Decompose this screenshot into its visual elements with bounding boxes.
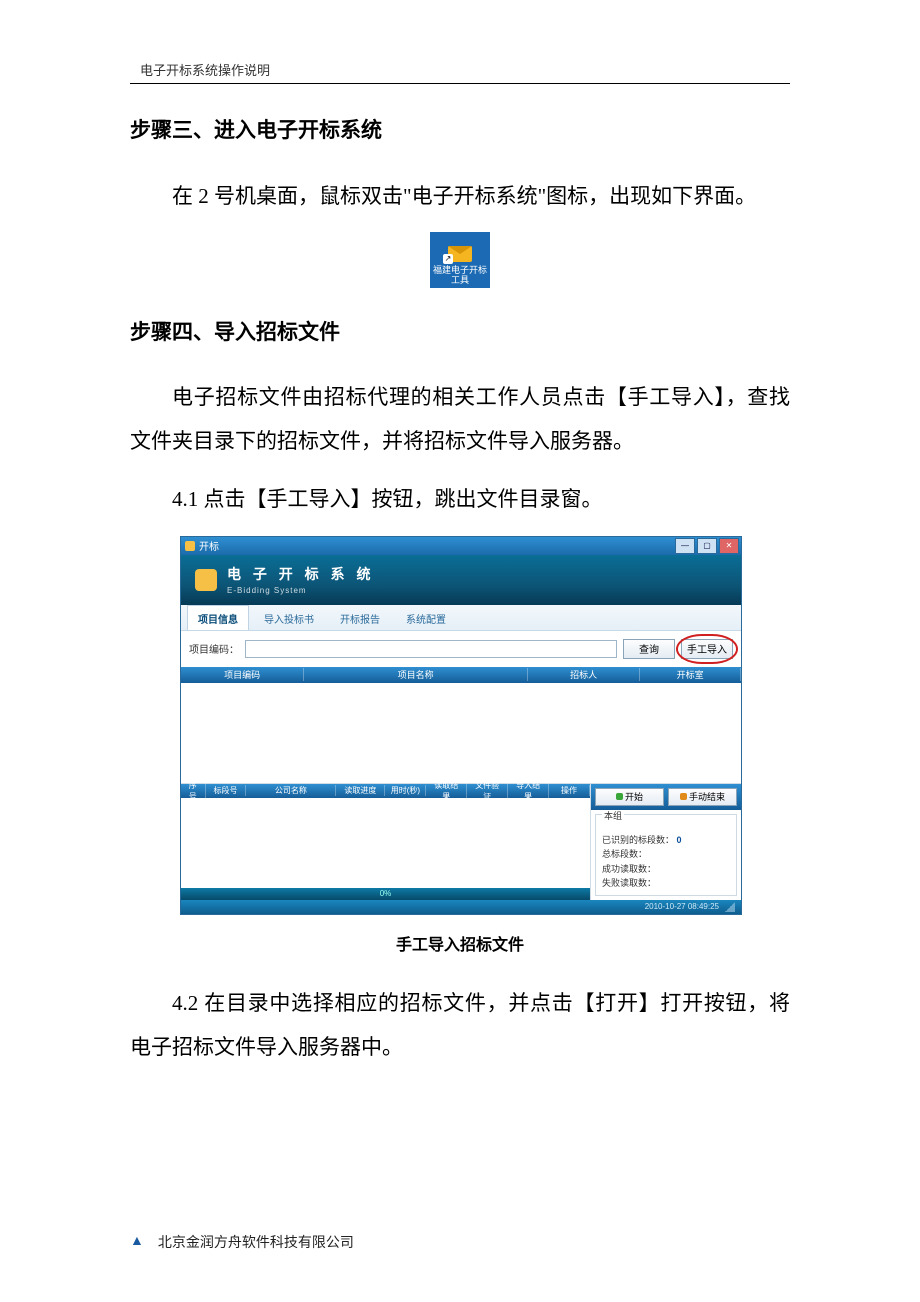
window-titlebar[interactable]: 开标 — ▢ ✕ (181, 537, 741, 555)
tab-bar: 项目信息 导入投标书 开标报告 系统配置 (181, 605, 741, 631)
app-banner: 电 子 开 标 系 统 E-Bidding System (181, 555, 741, 605)
company-name: 北京金润方舟软件科技有限公司 (158, 1232, 354, 1252)
start-button[interactable]: 开始 (595, 788, 664, 806)
app-logo-icon (195, 569, 217, 591)
col-project-code: 项目编码 (181, 668, 304, 681)
tab-bid-report[interactable]: 开标报告 (329, 605, 391, 630)
envelope-icon: ↗ (447, 240, 473, 262)
start-button-label: 开始 (625, 790, 643, 803)
stop-icon (680, 793, 687, 800)
window-icon (185, 541, 195, 551)
manual-import-button[interactable]: 手工导入 (681, 639, 733, 659)
app-subtitle: E-Bidding System (227, 586, 374, 595)
maximize-button[interactable]: ▢ (697, 538, 717, 554)
stat-total-bidders: 总标段数： (602, 847, 730, 861)
minimize-button[interactable]: — (675, 538, 695, 554)
tab-system-config[interactable]: 系统配置 (395, 605, 457, 630)
right-panel: 开始 手动结束 本组 已识别的标段数： 0 总标段数： (590, 784, 741, 900)
horizontal-rule (130, 83, 790, 84)
project-code-input[interactable] (245, 640, 617, 658)
col-elapsed: 用时(秒) (385, 785, 426, 796)
progress-table-body[interactable] (181, 798, 590, 888)
desktop-icon-label: 福建电子开标 工具 (433, 266, 487, 286)
shortcut-arrow-icon: ↗ (443, 254, 453, 264)
screenshot-figure: 开标 — ▢ ✕ 电 子 开 标 系 统 E-Bidding System 项目… (180, 536, 790, 915)
paragraph-4-1: 4.1 点击【手工导入】按钮，跳出文件目录窗。 (130, 477, 790, 521)
col-read-prog: 读取进度 (336, 785, 385, 796)
col-project-name: 项目名称 (304, 668, 528, 681)
col-section: 标段号 (206, 785, 247, 796)
heading-step-3: 步骤三、进入电子开标系统 (130, 114, 790, 148)
stat-success: 成功读取数： (602, 862, 730, 876)
paragraph-step-3: 在 2 号机桌面，鼠标双击"电子开标系统"图标，出现如下界面。 (130, 174, 790, 218)
progress-bar: 0% (181, 888, 590, 900)
page-footer: ▲ 北京金润方舟软件科技有限公司 (130, 1232, 354, 1252)
play-icon (616, 793, 623, 800)
app-window: 开标 — ▢ ✕ 电 子 开 标 系 统 E-Bidding System 项目… (180, 536, 742, 915)
lower-panel: 序号 标段号 公司名称 读取进度 用时(秒) 读取结果 文件验证 导入结果 操作… (181, 784, 741, 900)
search-toolbar: 项目编码： 查询 手工导入 (181, 631, 741, 667)
stat-read: 已识别的标段数： 0 (602, 833, 730, 847)
stats-group: 本组 已识别的标段数： 0 总标段数： 成功读取数： 失败读取数： (595, 814, 737, 896)
paragraph-4-2: 4.2 在目录中选择相应的招标文件，并点击【打开】打开按钮，将电子招标文件导入服… (130, 981, 790, 1069)
status-bar: 2010-10-27 08:49:25 (181, 900, 741, 914)
app-title: 电 子 开 标 系 统 (227, 564, 374, 584)
window-title: 开标 (199, 538, 675, 553)
query-button[interactable]: 查询 (623, 639, 675, 659)
stats-group-label: 本组 (602, 811, 624, 821)
manual-end-button[interactable]: 手动结束 (668, 788, 737, 806)
tab-import-bid[interactable]: 导入投标书 (253, 605, 325, 630)
company-logo-icon: ▲ (130, 1234, 144, 1250)
right-panel-buttons: 开始 手动结束 (591, 784, 741, 810)
col-company: 公司名称 (246, 785, 336, 796)
manual-end-button-label: 手动结束 (689, 790, 725, 803)
desktop-icon-figure: ↗ 福建电子开标 工具 (130, 232, 790, 288)
project-table-body[interactable] (181, 683, 741, 784)
progress-percent: 0% (380, 889, 392, 898)
stat-read-value: 0 (677, 835, 682, 845)
progress-table-header: 序号 标段号 公司名称 读取进度 用时(秒) 读取结果 文件验证 导入结果 操作 (181, 784, 590, 798)
close-button[interactable]: ✕ (719, 538, 739, 554)
col-bidder: 招标人 (528, 668, 640, 681)
resize-grip-icon[interactable] (725, 902, 735, 912)
col-action: 操作 (549, 785, 590, 796)
status-time: 2010-10-27 08:49:25 (645, 902, 719, 911)
window-controls: — ▢ ✕ (675, 538, 741, 554)
paragraph-step-4-intro: 电子招标文件由招标代理的相关工作人员点击【手工导入】，查找文件夹目录下的招标文件… (130, 375, 790, 463)
figure-caption: 手工导入招标文件 (130, 931, 790, 955)
desktop-shortcut-icon: ↗ 福建电子开标 工具 (430, 232, 490, 288)
running-head: 电子开标系统操作说明 (140, 60, 790, 79)
label-project-code: 项目编码： (189, 641, 239, 656)
stat-fail: 失败读取数： (602, 876, 730, 890)
document-page: 电子开标系统操作说明 步骤三、进入电子开标系统 在 2 号机桌面，鼠标双击"电子… (0, 0, 920, 1302)
manual-import-button-label: 手工导入 (687, 641, 727, 656)
lower-left-panel: 序号 标段号 公司名称 读取进度 用时(秒) 读取结果 文件验证 导入结果 操作… (181, 784, 590, 900)
project-table-header: 项目编码 项目名称 招标人 开标室 (181, 667, 741, 683)
heading-step-4: 步骤四、导入招标文件 (130, 316, 790, 350)
col-bid-room: 开标室 (640, 668, 741, 681)
tab-project-info[interactable]: 项目信息 (187, 605, 249, 630)
